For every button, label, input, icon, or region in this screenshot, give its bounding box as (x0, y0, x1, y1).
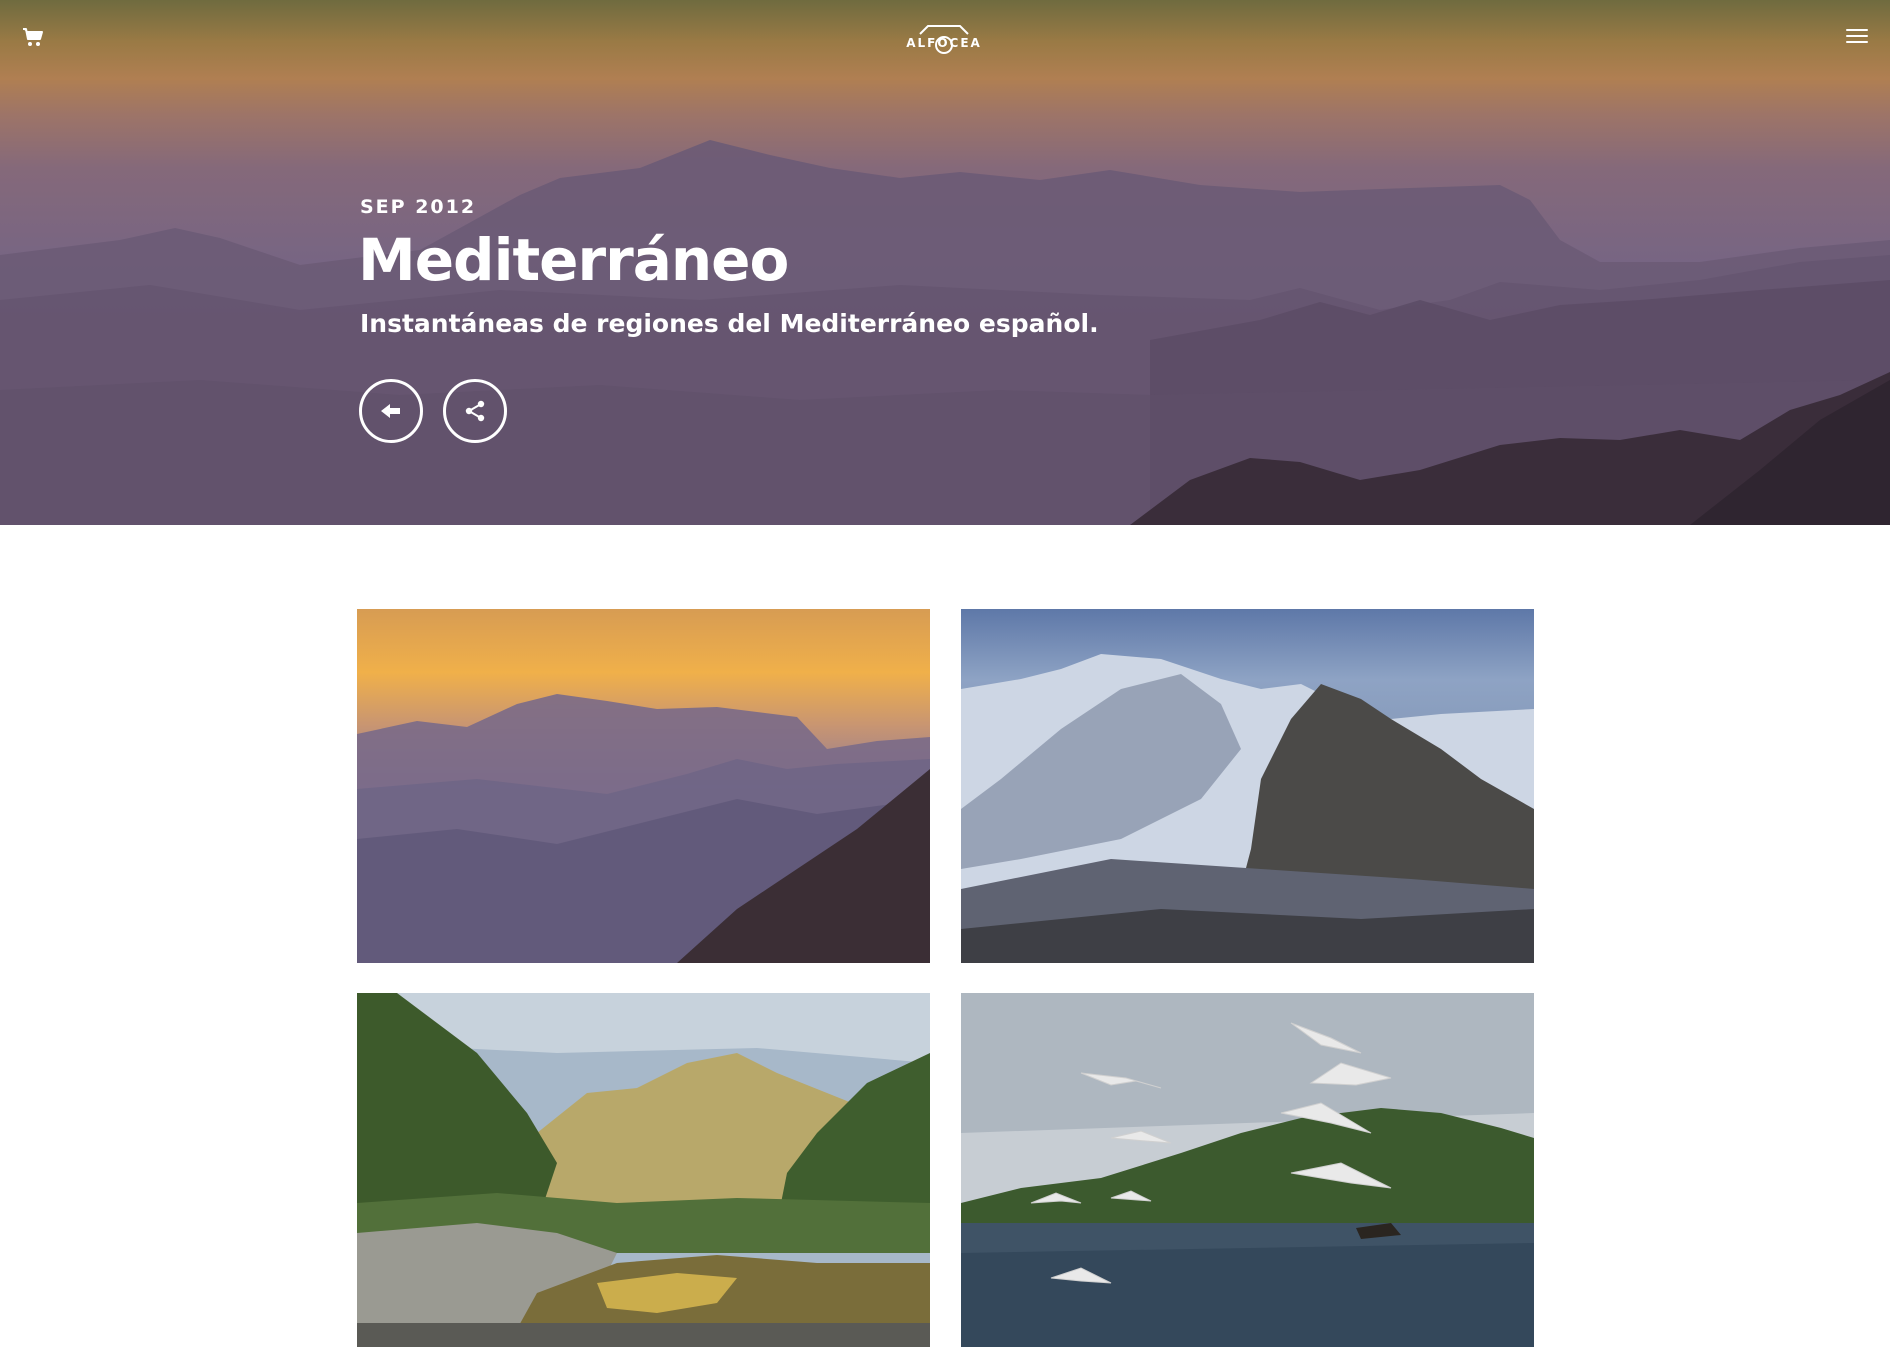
photo-seagulls-sea (961, 993, 1534, 1347)
hero-banner: ALFOCEA SEP 2012 Mediterráneo Instantáne… (0, 0, 1890, 525)
gallery-photo-river-canyon[interactable] (357, 993, 930, 1347)
arrow-left-icon (381, 404, 400, 418)
cart-button[interactable] (22, 26, 44, 48)
menu-button[interactable] (1846, 29, 1868, 46)
share-icon (465, 400, 485, 422)
gallery-photo-seagulls-sea[interactable] (961, 993, 1534, 1347)
cart-icon (23, 28, 43, 46)
back-button[interactable] (359, 379, 423, 443)
photo-snow-mountains (961, 609, 1534, 963)
photo-river-canyon (357, 993, 930, 1347)
hero-date: SEP 2012 (360, 196, 477, 218)
gallery-photo-snow-mountains[interactable] (961, 609, 1534, 963)
gallery-photo-sunset-mountains[interactable] (357, 609, 930, 963)
page: ALFOCEA SEP 2012 Mediterráneo Instantáne… (0, 0, 1890, 1350)
photo-sunset-mountains (357, 609, 930, 963)
logo-text: ALFOCEA (906, 36, 982, 50)
share-button[interactable] (443, 379, 507, 443)
page-title: Mediterráneo (358, 226, 789, 294)
menu-icon (1846, 29, 1868, 43)
page-subtitle: Instantáneas de regiones del Mediterráne… (360, 309, 1099, 338)
site-logo[interactable]: ALFOCEA (900, 20, 988, 56)
hero-background-image (0, 140, 1890, 525)
